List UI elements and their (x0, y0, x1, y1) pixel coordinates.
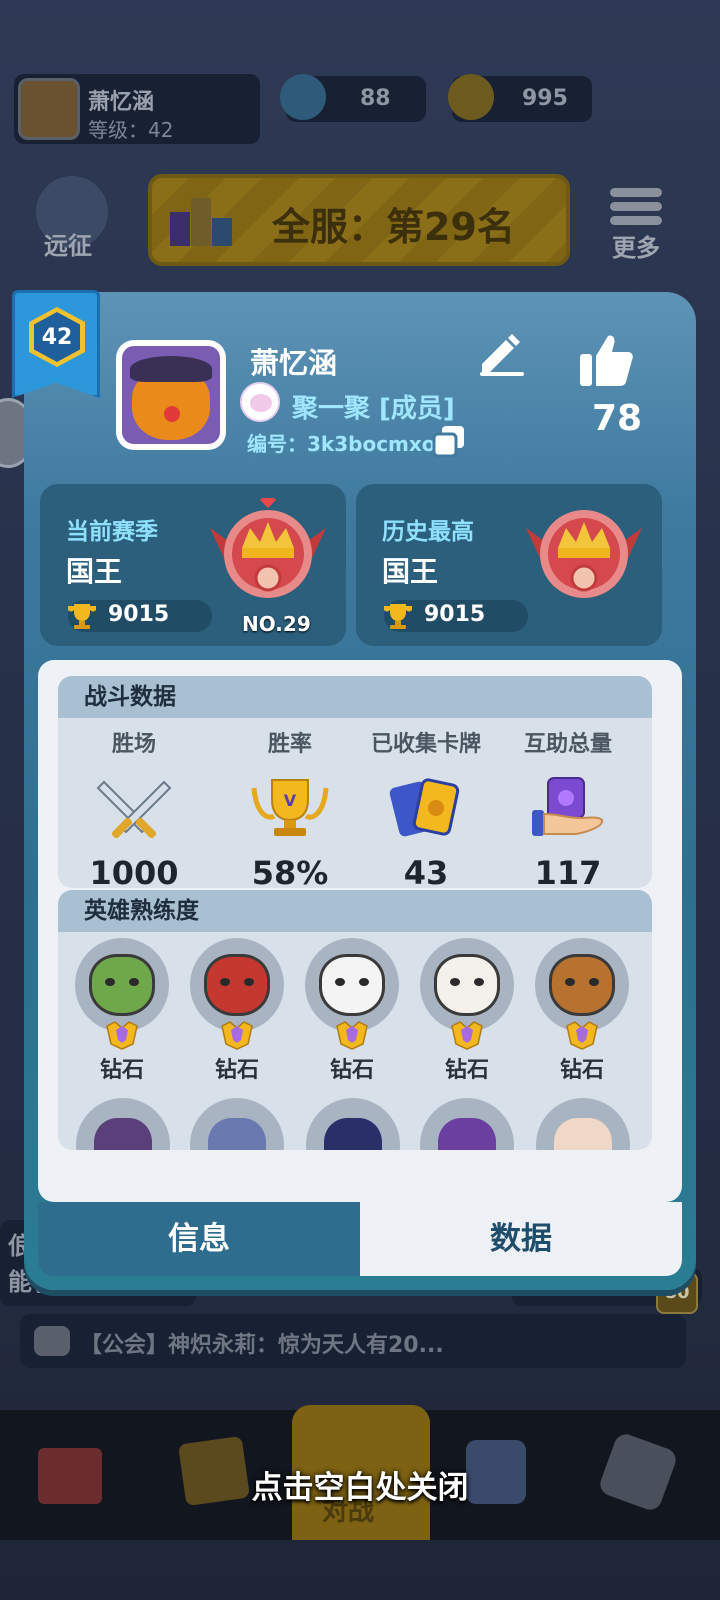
stat-value: 117 (534, 854, 602, 888)
level-ribbon: 42 (12, 290, 100, 398)
best-season-rank: 国王 (382, 555, 439, 588)
diamond-badge-icon (335, 1020, 369, 1050)
stat-assist-total: 互助总量 117 (498, 726, 638, 888)
header-player-name: 萧忆涵 (88, 90, 155, 115)
level-value: 42 (34, 312, 80, 362)
more-label: 更多 (612, 234, 660, 262)
stat-win-rate: 胜率 V 58% (220, 726, 360, 888)
panda-hero-icon (305, 938, 399, 1032)
current-season-position: NO.29 (242, 612, 311, 636)
hero-mastery-title: 英雄熟练度 (58, 890, 652, 932)
trophy-icon (68, 604, 96, 629)
hero-grade-label: 钻石 (559, 1058, 604, 1083)
hero-grade-label: 钻石 (444, 1058, 489, 1083)
like-count: 78 (592, 398, 643, 439)
svg-text:V: V (284, 791, 297, 810)
diamond-badge-icon (450, 1020, 484, 1050)
tab-data[interactable]: 数据 (360, 1202, 682, 1276)
current-season-label: 当前赛季 (66, 519, 158, 545)
best-trophy-pill: 9015 (384, 600, 528, 632)
current-season-card[interactable]: 当前赛季 国王 9015 NO.29 (40, 484, 346, 646)
hero-mastery-section: 英雄熟练度 钻石 钻石 钻石 钻石 钻石 (58, 890, 652, 1150)
king-rank-emblem-icon (210, 498, 326, 598)
crossed-swords-icon (96, 780, 172, 839)
stat-value: 43 (403, 854, 449, 888)
thumbs-up-icon[interactable] (578, 332, 634, 388)
samurai-hero-icon (190, 938, 284, 1032)
podium-icon (170, 194, 234, 246)
hero-mastery-item[interactable]: 钻石 (187, 938, 287, 1084)
hero-portrait-partial[interactable] (536, 1098, 630, 1150)
guild-name[interactable]: 聚一聚 [成员] (292, 388, 455, 425)
stat-value: 58% (251, 854, 329, 888)
hero-mastery-item[interactable]: 钻石 (72, 938, 172, 1084)
hero-portrait-partial[interactable] (306, 1098, 400, 1150)
hero-grade-label: 钻石 (329, 1058, 374, 1083)
gem-value: 88 (360, 86, 391, 111)
best-season-card[interactable]: 历史最高 国王 9015 (356, 484, 662, 646)
diamond-badge-icon (220, 1020, 254, 1050)
server-rank-text: 全服：第29名 (272, 205, 515, 249)
chat-text: 【公会】神炽永莉：惊为天人有20... (80, 1333, 444, 1358)
copy-icon[interactable] (432, 424, 466, 458)
hero-grade-label: 钻石 (99, 1058, 144, 1083)
gem-add-icon[interactable] (280, 74, 326, 120)
expedition-label: 远征 (44, 232, 92, 260)
edit-pencil-icon[interactable] (476, 332, 524, 376)
best-trophy-value: 9015 (424, 602, 486, 627)
stat-label: 互助总量 (523, 732, 612, 757)
battle-stats-section: 战斗数据 胜场 1000 胜率 V 58% 已收集卡牌 43 互助总量 117 (58, 676, 652, 888)
current-season-rank: 国王 (66, 555, 123, 588)
current-trophy-value: 9015 (108, 602, 170, 627)
stat-label: 胜场 (111, 732, 156, 757)
best-season-label: 历史最高 (382, 519, 474, 545)
trophy-icon (384, 604, 412, 629)
green-goblin-hero-icon (75, 938, 169, 1032)
tab-info[interactable]: 信息 (38, 1202, 360, 1276)
profile-avatar[interactable] (116, 340, 226, 450)
hero-mastery-item[interactable]: 钻石 (532, 938, 632, 1084)
guild-emblem-icon (240, 382, 280, 422)
menu-list-icon[interactable] (610, 186, 662, 226)
battle-stats-title: 战斗数据 (58, 676, 652, 718)
hero-portrait-partial[interactable] (190, 1098, 284, 1150)
coin-add-icon[interactable] (448, 74, 494, 120)
hero-mastery-item[interactable]: 钻石 (417, 938, 517, 1084)
hero-portrait-partial[interactable] (76, 1098, 170, 1150)
hand-card-icon (532, 777, 604, 836)
header-avatar (18, 78, 80, 140)
server-rank-banner[interactable]: 全服：第29名 (148, 174, 570, 266)
king-rank-emblem-icon (526, 510, 642, 598)
cards-icon (389, 778, 460, 837)
stat-label: 胜率 (267, 732, 312, 757)
hero-portrait-partial[interactable] (420, 1098, 514, 1150)
fox-mask-hero-icon (420, 938, 514, 1032)
stat-cards-collected: 已收集卡牌 43 (356, 726, 496, 888)
hero-grade-label: 钻石 (214, 1058, 259, 1083)
close-hint[interactable]: 点击空白处关闭 (0, 1462, 720, 1507)
chat-bar[interactable]: 【公会】神炽永莉：惊为天人有20... (20, 1314, 686, 1368)
header-level: 等级：42 (88, 118, 174, 142)
stat-label: 已收集卡牌 (370, 732, 481, 757)
current-trophy-pill: 9015 (68, 600, 212, 632)
hero-mastery-item[interactable]: 钻石 (302, 938, 402, 1084)
stat-wins: 胜场 1000 (64, 726, 204, 888)
coin-value: 995 (522, 86, 568, 111)
hero-list: 钻石 钻石 钻石 钻石 钻石 (58, 938, 652, 1088)
trophy-cup-icon: V (251, 779, 329, 836)
player-id: 编号：3k3bocmxog (247, 432, 450, 456)
diamond-badge-icon (565, 1020, 599, 1050)
profile-player-name: 萧忆涵 (250, 346, 338, 380)
witch-hat-hero-icon (535, 938, 629, 1032)
stats-content-panel: 战斗数据 胜场 1000 胜率 V 58% 已收集卡牌 43 互助总量 117 … (38, 660, 682, 1202)
stat-value: 1000 (89, 854, 179, 888)
diamond-badge-icon (105, 1020, 139, 1050)
chat-bubble-icon (34, 1326, 70, 1356)
player-header[interactable]: 萧忆涵 等级：42 (14, 74, 260, 144)
